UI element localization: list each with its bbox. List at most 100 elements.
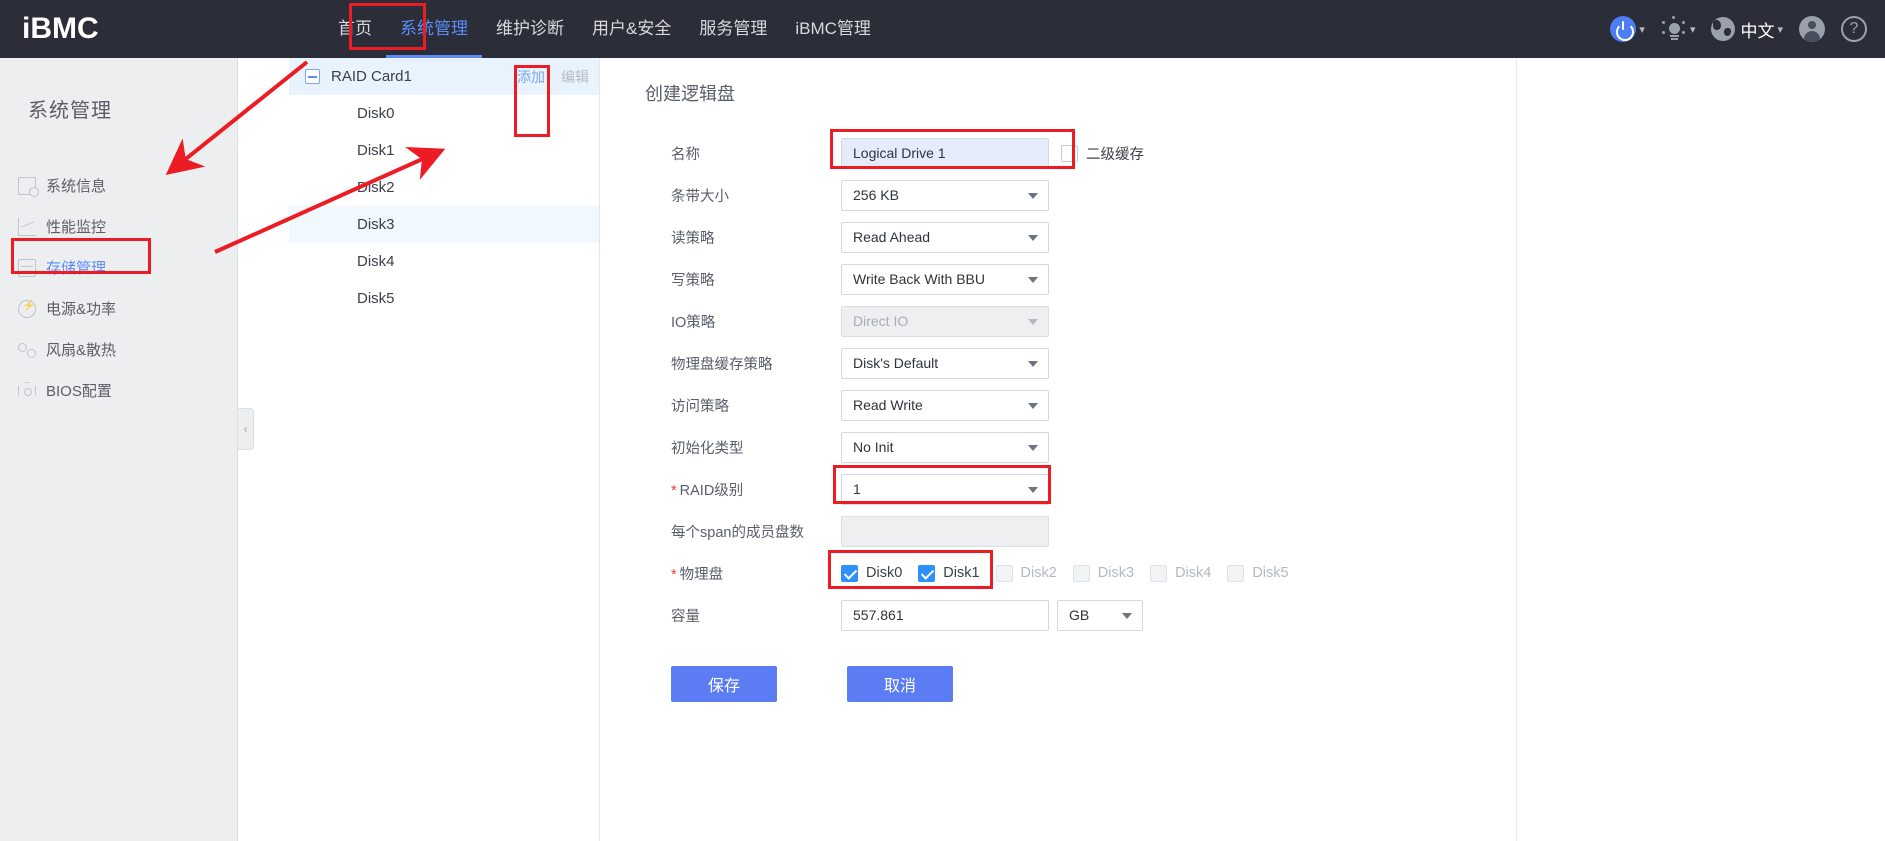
tree-node-disk1[interactable]: Disk1 [289, 132, 599, 169]
label-stripe-size: 条带大小 [671, 188, 729, 205]
power-circle-icon [18, 299, 36, 318]
required-asterisk: * [671, 482, 677, 499]
checkbox-label: Disk4 [1175, 565, 1212, 581]
checkbox-box [995, 564, 1013, 582]
capacity-unit-wrap: GB [1049, 599, 1143, 631]
checkbox-label: Disk5 [1252, 565, 1289, 581]
language-label: 中文 [1740, 21, 1775, 41]
sidebar-item-storage[interactable]: 存储管理 [0, 247, 237, 288]
secondary-cache-checkbox[interactable]: 二级缓存 [1061, 143, 1144, 164]
sidebar-menu: 系统信息 性能监控 存储管理 电源&功率 风扇&散热 BIOS配置 [0, 165, 237, 411]
checkbox-label: Disk0 [866, 565, 903, 581]
disk0-checkbox[interactable]: Disk0 [841, 564, 903, 582]
form-row-read-policy: 读策略 Read Ahead [645, 216, 1516, 258]
ibmc-storage-page: iBMC 首页 系统管理 维护诊断 用户&安全 服务管理 iBMC管理 ▾ ▾ [0, 0, 1885, 841]
chevron-down-icon: ▾ [1639, 23, 1645, 36]
stripe-size-select[interactable]: 256 KB [841, 179, 1049, 211]
physical-disks-checkbox-group: Disk0 Disk1 Disk2 Disk3 Disk4 Disk5 [841, 564, 1305, 582]
disk1-checkbox[interactable]: Disk1 [918, 564, 980, 582]
nav-item-ibmc-management[interactable]: iBMC管理 [781, 0, 885, 58]
name-input[interactable]: Logical Drive 1 [841, 137, 1049, 169]
form-row-disk-cache-policy: 物理盘缓存策略 Disk's Default [645, 342, 1516, 384]
form-row-name: 名称 Logical Drive 1 二级缓存 [645, 132, 1516, 174]
raid-tree-panel: RAID Card1 添加 编辑 Disk0 Disk1 Disk2 Disk3… [289, 58, 600, 841]
tree-node-disk2[interactable]: Disk2 [289, 169, 599, 206]
label-text: RAID级别 [679, 482, 744, 499]
tree-node-raid-card1[interactable]: RAID Card1 添加 编辑 [289, 58, 599, 95]
sidebar-title: 系统管理 [28, 100, 112, 122]
create-logical-drive-form: 创建逻辑盘 名称 Logical Drive 1 二级缓存 条带大小 256 K… [601, 58, 1517, 841]
sidebar-item-performance[interactable]: 性能监控 [0, 206, 237, 247]
nav-item-maintenance[interactable]: 维护诊断 [482, 0, 578, 58]
capacity-input[interactable]: 557.861 [841, 599, 1049, 631]
label-capacity: 容量 [671, 608, 700, 625]
form-title: 创建逻辑盘 [645, 84, 735, 104]
sidebar-item-label: BIOS配置 [46, 383, 112, 400]
bios-hex-icon [18, 381, 36, 400]
init-type-select[interactable]: No Init [841, 431, 1049, 463]
sidebar-item-label: 性能监控 [46, 219, 107, 236]
nav-item-home[interactable]: 首页 [324, 0, 386, 58]
header-actions: ▾ ▾ 中文 ▾ ? [1610, 0, 1867, 58]
nav-item-system-management[interactable]: 系统管理 [386, 0, 482, 58]
access-policy-wrap: Read Write [841, 389, 1049, 421]
disk-cache-policy-select[interactable]: Disk's Default [841, 347, 1049, 379]
cancel-button[interactable]: 取消 [847, 666, 953, 702]
write-policy-select[interactable]: Write Back With BBU [841, 263, 1049, 295]
disk2-checkbox: Disk2 [995, 564, 1057, 582]
label-text: 物理盘 [679, 566, 724, 583]
sidebar-item-label: 电源&功率 [46, 301, 117, 318]
checkbox-label: Disk3 [1097, 565, 1135, 581]
globe-icon [1711, 17, 1736, 41]
raid-level-select[interactable]: 1 [841, 473, 1049, 505]
sidebar-item-label: 存储管理 [46, 260, 107, 277]
sidebar-item-system-info[interactable]: 系统信息 [0, 165, 237, 206]
tree-node-disk4[interactable]: Disk4 [289, 243, 599, 280]
tree-node-disk0[interactable]: Disk0 [289, 95, 599, 132]
nav-item-user-security[interactable]: 用户&安全 [578, 0, 685, 58]
user-menu[interactable] [1799, 16, 1825, 42]
io-policy-select: Direct IO [841, 305, 1049, 337]
stripe-size-wrap: 256 KB [841, 179, 1049, 211]
save-button[interactable]: 保存 [671, 666, 777, 702]
capacity-unit-select[interactable]: GB [1057, 599, 1143, 631]
raid-level-wrap: 1 [841, 473, 1049, 505]
tree-node-disk5[interactable]: Disk5 [289, 280, 599, 317]
label-access-policy: 访问策略 [671, 398, 729, 415]
tree-node-label: Disk3 [357, 216, 395, 233]
sidebar-item-bios[interactable]: BIOS配置 [0, 370, 237, 411]
read-policy-select[interactable]: Read Ahead [841, 221, 1049, 253]
form-buttons: 保存 取消 [645, 666, 1516, 702]
checkbox-box [1072, 564, 1090, 582]
brightness-control[interactable]: ▾ [1661, 16, 1696, 42]
tree-node-disk3[interactable]: Disk3 [289, 206, 599, 243]
sidebar-item-label: 风扇&散热 [46, 342, 117, 359]
label-disk-cache-policy: 物理盘缓存策略 [671, 356, 773, 373]
nav-item-service-management[interactable]: 服务管理 [685, 0, 781, 58]
help-button[interactable]: ? [1841, 16, 1867, 42]
read-policy-wrap: Read Ahead [841, 221, 1049, 253]
sidebar-item-power[interactable]: 电源&功率 [0, 288, 237, 329]
label-span-members: 每个span的成员盘数 [671, 524, 804, 541]
chevron-down-icon: ▾ [1689, 23, 1696, 36]
checkbox-box [1061, 144, 1078, 162]
power-control[interactable]: ▾ [1610, 16, 1645, 42]
sidebar-collapse-handle[interactable]: ‹ [238, 408, 254, 450]
language-selector[interactable]: 中文 ▾ [1711, 17, 1783, 42]
sidebar-item-fan[interactable]: 风扇&散热 [0, 329, 237, 370]
storage-icon [18, 258, 36, 277]
checkbox-label: Disk2 [1020, 565, 1057, 581]
write-policy-wrap: Write Back With BBU [841, 263, 1049, 295]
checkbox-box [841, 564, 858, 582]
form-row-raid-level: * RAID级别 1 [645, 468, 1516, 510]
fan-icon [18, 341, 36, 359]
name-field-wrap: Logical Drive 1 [841, 137, 1049, 169]
disk-cache-policy-wrap: Disk's Default [841, 347, 1049, 379]
add-button[interactable]: 添加 [517, 67, 545, 87]
label-raid-level: * RAID级别 [645, 479, 841, 500]
main-navigation: 首页 系统管理 维护诊断 用户&安全 服务管理 iBMC管理 [324, 0, 885, 58]
form-row-init-type: 初始化类型 No Init [645, 426, 1516, 468]
tree-node-label: Disk4 [357, 253, 395, 270]
access-policy-select[interactable]: Read Write [841, 389, 1049, 421]
collapse-minus-icon[interactable] [305, 69, 320, 84]
